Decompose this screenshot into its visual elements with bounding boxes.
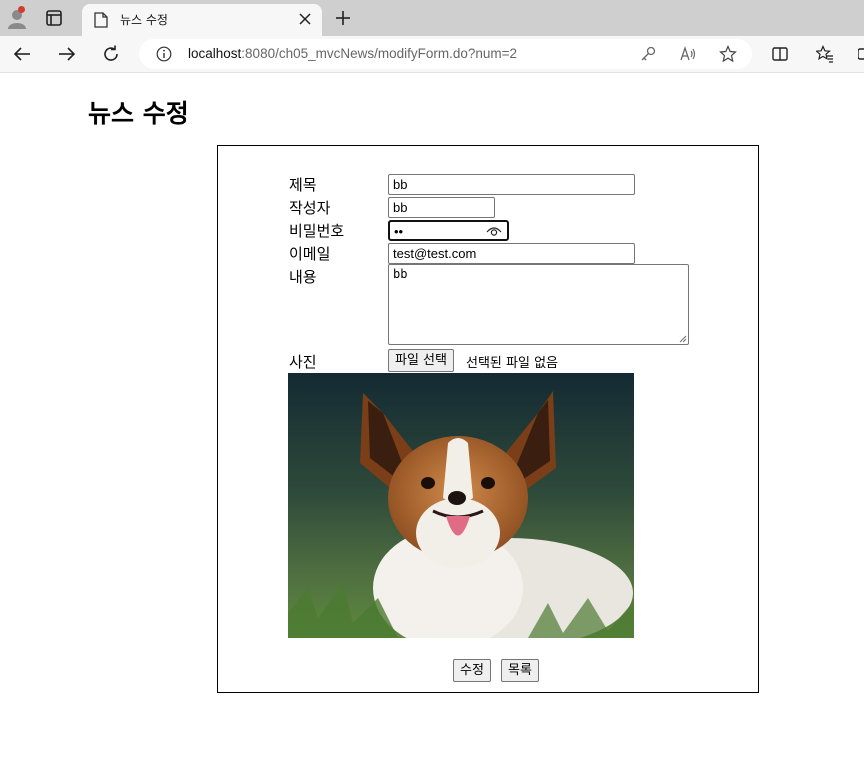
email-label: 이메일 (289, 245, 331, 263)
key-icon[interactable] (639, 45, 657, 63)
writer-input[interactable]: bb (388, 197, 495, 218)
submit-button[interactable]: 수정 (453, 659, 491, 682)
url-host: localhost (188, 46, 242, 61)
photo-label: 사진 (289, 353, 317, 371)
file-select-button[interactable]: 파일 선택 (388, 349, 454, 372)
info-icon[interactable] (156, 46, 172, 62)
favorites-icon[interactable] (816, 45, 834, 63)
url-text[interactable]: localhost:8080/ch05_mvcNews/modifyForm.d… (188, 46, 517, 61)
plus-icon[interactable] (334, 9, 352, 27)
close-icon[interactable] (297, 11, 313, 27)
address-bar[interactable]: localhost:8080/ch05_mvcNews/modifyForm.d… (139, 39, 752, 69)
notification-dot (18, 6, 25, 13)
password-label: 비밀번호 (289, 222, 345, 240)
split-screen-icon[interactable] (771, 45, 789, 63)
page-title: 뉴스 수정 (88, 99, 189, 128)
content-value: bb (393, 267, 408, 281)
writer-label: 작성자 (289, 199, 331, 217)
overflow-icon[interactable] (858, 45, 864, 63)
content-label: 내용 (289, 268, 317, 286)
password-input[interactable]: •• (388, 220, 509, 241)
star-icon[interactable] (719, 45, 737, 63)
back-arrow-icon[interactable] (12, 44, 32, 64)
browser-toolbar: localhost:8080/ch05_mvcNews/modifyForm.d… (0, 36, 864, 73)
tab-actions-icon[interactable] (44, 8, 64, 28)
browser-tab-bar: 뉴스 수정 (0, 0, 864, 36)
password-value: •• (394, 224, 404, 239)
eye-icon[interactable] (486, 225, 502, 237)
file-status: 선택된 파일 없음 (466, 356, 558, 371)
read-aloud-icon[interactable] (679, 45, 697, 63)
title-label: 제목 (289, 176, 317, 194)
url-path: :8080/ch05_mvcNews/modifyForm.do?num=2 (241, 46, 518, 61)
email-input[interactable]: test@test.com (388, 243, 635, 264)
document-icon (94, 12, 108, 28)
title-input[interactable]: bb (388, 174, 635, 195)
active-tab[interactable]: 뉴스 수정 (82, 4, 322, 36)
content-textarea[interactable]: bb (388, 264, 689, 345)
modify-form: 제목 bb 작성자 bb 비밀번호 •• 이메일 test@test.com 내… (217, 145, 759, 693)
resize-grip-icon[interactable] (679, 335, 687, 343)
news-photo (288, 373, 634, 638)
reload-icon[interactable] (101, 44, 121, 64)
list-button[interactable]: 목록 (501, 659, 539, 682)
forward-arrow-icon[interactable] (57, 44, 77, 64)
tab-title: 뉴스 수정 (120, 13, 168, 27)
